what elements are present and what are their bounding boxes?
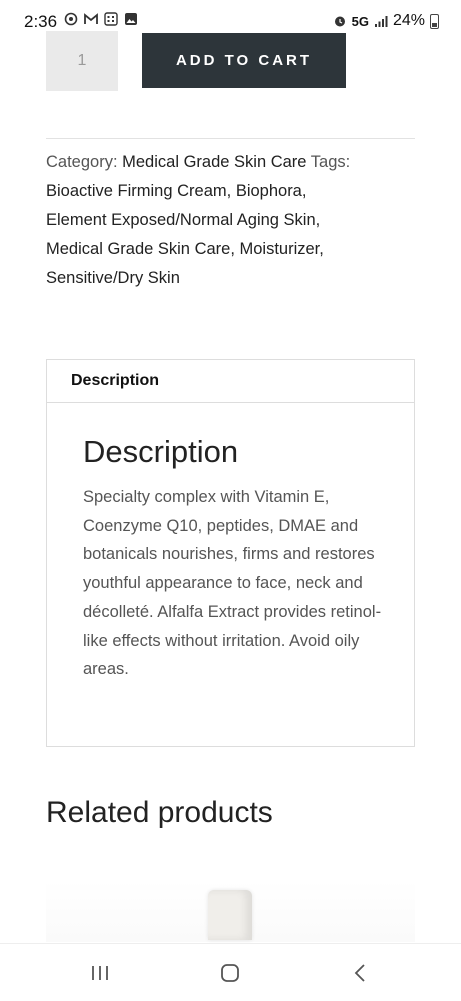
status-time: 2:36 xyxy=(24,12,58,31)
product-jar-image xyxy=(208,890,252,940)
recents-button[interactable] xyxy=(80,958,120,988)
gallery-icon xyxy=(125,13,137,25)
tag-link[interactable]: Medical Grade Skin Care xyxy=(46,240,230,258)
description-text: Specialty complex with Vitamin E, Coenzy… xyxy=(83,488,382,679)
tag-link[interactable]: Moisturizer xyxy=(240,240,320,258)
tag-link[interactable]: Bioactive Firming Cream xyxy=(46,182,227,200)
calendar-icon xyxy=(104,12,118,26)
battery-icon xyxy=(430,13,439,29)
tags-label: Tags: xyxy=(310,153,351,171)
notification-app-icon xyxy=(64,12,78,26)
alarm-icon xyxy=(334,16,345,27)
divider xyxy=(46,138,415,139)
category-label: Category: xyxy=(46,153,118,171)
gmail-icon xyxy=(84,13,98,24)
status-system-icons: 5G 24% xyxy=(333,12,439,30)
signal-icon xyxy=(374,16,388,27)
battery-percent: 24% xyxy=(392,12,425,29)
quantity-value: 1 xyxy=(77,52,87,69)
back-icon xyxy=(354,964,365,982)
recents-icon xyxy=(92,966,108,980)
description-panel: Description Description Specialty comple… xyxy=(46,359,415,747)
home-button[interactable] xyxy=(210,958,250,988)
product-meta: Category: Medical Grade Skin Care Tags: … xyxy=(46,153,351,287)
related-products-heading: Related products xyxy=(46,796,273,829)
tab-description[interactable]: Description xyxy=(47,360,414,403)
tag-link[interactable]: Biophora xyxy=(236,182,302,200)
network-indicator: 5G xyxy=(351,13,369,29)
status-notification-icons xyxy=(64,12,138,26)
add-to-cart-button[interactable]: ADD TO CART xyxy=(142,33,346,88)
description-heading: Description xyxy=(83,434,239,469)
home-icon xyxy=(221,964,239,982)
quantity-input[interactable]: 1 xyxy=(46,31,118,91)
related-product-image[interactable] xyxy=(46,880,415,942)
tag-link[interactable]: Element Exposed/Normal Aging Skin xyxy=(46,211,316,229)
category-link[interactable]: Medical Grade Skin Care xyxy=(122,153,306,171)
tag-link[interactable]: Sensitive/Dry Skin xyxy=(46,269,180,287)
navigation-bar xyxy=(0,943,461,1001)
back-button[interactable] xyxy=(340,958,380,988)
